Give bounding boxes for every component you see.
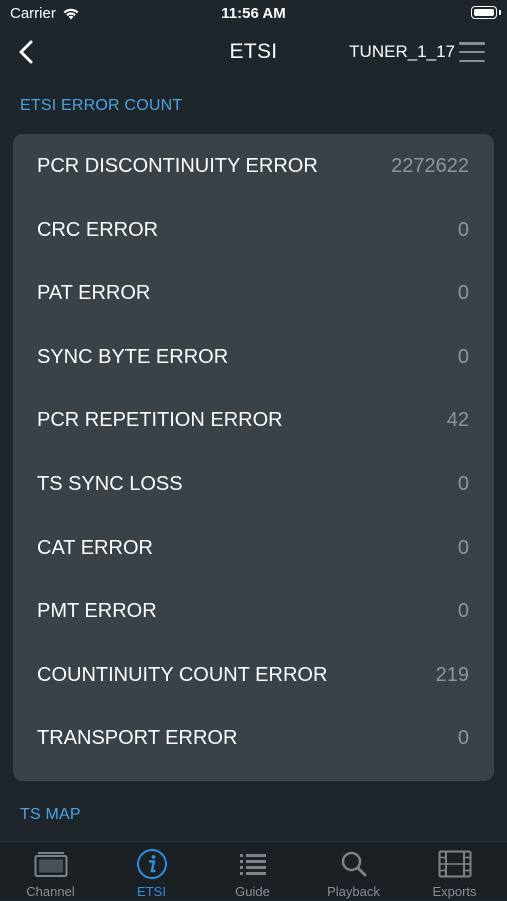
menu-icon-line xyxy=(459,59,485,62)
battery-level-fill xyxy=(474,9,494,16)
error-value: 0 xyxy=(457,600,469,622)
error-label: PMT ERROR xyxy=(37,600,157,622)
error-row-ts-sync-loss[interactable]: TS SYNC LOSS 0 xyxy=(13,465,494,505)
menu-icon-line xyxy=(459,42,485,45)
error-label: COUNTINUITY COUNT ERROR xyxy=(37,664,328,686)
tab-guide[interactable]: Guide xyxy=(202,842,303,901)
error-row-transport[interactable]: TRANSPORT ERROR 0 xyxy=(13,719,494,759)
battery-icon xyxy=(471,6,501,19)
error-label: TRANSPORT ERROR xyxy=(37,727,238,749)
tab-playback[interactable]: Playback xyxy=(303,842,404,901)
tv-icon xyxy=(0,849,101,879)
error-value: 2272622 xyxy=(391,155,469,177)
menu-button[interactable] xyxy=(459,42,485,62)
error-row-pcr-repetition[interactable]: PCR REPETITION ERROR 42 xyxy=(13,401,494,441)
error-label: PCR REPETITION ERROR xyxy=(37,409,283,431)
error-row-continuity-count[interactable]: COUNTINUITY COUNT ERROR 219 xyxy=(13,656,494,696)
navigation-bar: ETSI TUNER_1_17 xyxy=(0,30,507,76)
error-value: 42 xyxy=(446,409,469,431)
section-header-etsi-error-count: ETSI ERROR COUNT xyxy=(20,97,183,114)
error-value: 0 xyxy=(457,727,469,749)
tab-label: Guide xyxy=(235,884,270,899)
tuner-label[interactable]: TUNER_1_17 xyxy=(349,42,455,62)
error-row-crc[interactable]: CRC ERROR 0 xyxy=(13,211,494,251)
error-row-pcr-discontinuity[interactable]: PCR DISCONTINUITY ERROR 2272622 xyxy=(13,147,494,187)
error-row-pat[interactable]: PAT ERROR 0 xyxy=(13,274,494,314)
error-label: CRC ERROR xyxy=(37,219,159,241)
tab-exports[interactable]: Exports xyxy=(404,842,505,901)
error-label: PAT ERROR xyxy=(37,282,151,304)
error-row-cat[interactable]: CAT ERROR 0 xyxy=(13,529,494,569)
error-value: 219 xyxy=(435,664,469,686)
error-row-pmt[interactable]: PMT ERROR 0 xyxy=(13,592,494,632)
error-value: 0 xyxy=(457,537,469,559)
error-value: 0 xyxy=(457,219,469,241)
error-value: 0 xyxy=(457,282,469,304)
search-icon xyxy=(303,849,404,879)
tab-channel[interactable]: Channel xyxy=(0,842,101,901)
list-icon xyxy=(202,849,303,879)
section-header-ts-map[interactable]: TS MAP xyxy=(20,806,81,824)
error-value: 0 xyxy=(457,346,469,368)
tab-etsi[interactable]: ETSI xyxy=(101,842,202,901)
clock: 11:56 AM xyxy=(221,5,286,22)
error-label: PCR DISCONTINUITY ERROR xyxy=(37,155,318,177)
error-label: CAT ERROR xyxy=(37,537,153,559)
status-bar: Carrier 11:56 AM xyxy=(0,0,507,30)
tab-label: ETSI xyxy=(137,884,166,899)
error-label: TS SYNC LOSS xyxy=(37,473,183,495)
error-label: SYNC BYTE ERROR xyxy=(37,346,229,368)
error-row-sync-byte[interactable]: SYNC BYTE ERROR 0 xyxy=(13,338,494,378)
tab-bar: Channel ETSI Guide Playback Exports xyxy=(0,841,507,900)
error-count-card: PCR DISCONTINUITY ERROR 2272622 CRC ERRO… xyxy=(13,134,494,781)
tab-label: Exports xyxy=(432,884,477,899)
menu-icon-line xyxy=(459,50,485,54)
error-value: 0 xyxy=(457,473,469,495)
tab-label: Channel xyxy=(26,884,75,899)
tab-label: Playback xyxy=(327,884,380,899)
film-icon xyxy=(404,849,505,879)
info-icon xyxy=(101,849,202,879)
